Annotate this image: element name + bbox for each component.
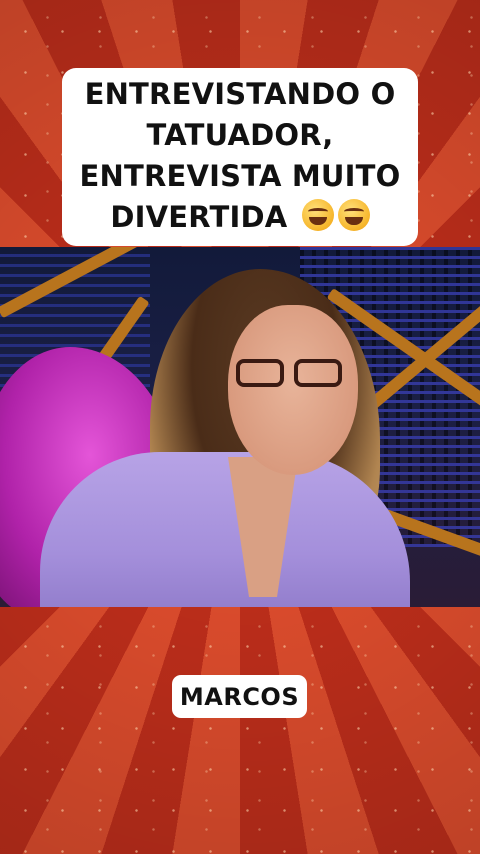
lilac-jacket [40,452,410,607]
title-line-2: TATUADOR, [146,118,334,152]
title-line-3: ENTREVISTA MUITO [79,159,401,193]
title-banner: ENTREVISTANDO O TATUADOR, ENTREVISTA MUI… [62,68,418,246]
title-line-4-wrap: DIVERTIDA [72,197,408,238]
grinning-sweat-emoji-icon [301,199,334,231]
caption-badge: MARCOS [172,675,307,718]
grinning-sweat-emoji-icon [337,199,370,231]
glasses-icon [232,359,352,391]
title-line-1: ENTREVISTANDO O [84,77,396,111]
caption-label: MARCOS [179,682,300,711]
video-frame[interactable] [0,247,480,607]
title-line-4: DIVERTIDA [110,200,288,234]
